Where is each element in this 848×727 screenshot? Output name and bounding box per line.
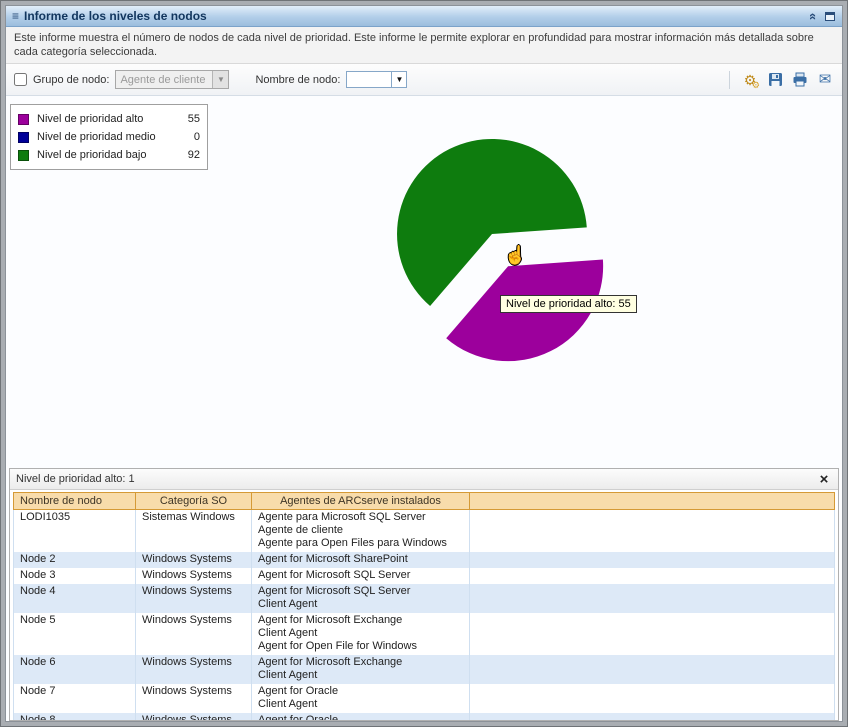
cell-os-category: Sistemas Windows [136, 510, 252, 553]
column-header-agents[interactable]: Agentes de ARCserve instalados [252, 493, 470, 510]
cell-empty [470, 684, 835, 713]
legend-item-low[interactable]: Nivel de prioridad bajo 92 [18, 146, 200, 164]
node-group-select[interactable]: Agente de cliente ▼ [115, 70, 229, 89]
legend-value: 92 [178, 149, 200, 161]
cell-empty [470, 584, 835, 613]
cell-agents: Agent for Microsoft SQL Server [252, 568, 470, 584]
cell-empty [470, 568, 835, 584]
table-row[interactable]: Node 8Windows SystemsAgent for Oracle [14, 713, 835, 720]
table-row[interactable]: LODI1035Sistemas WindowsAgente para Micr… [14, 510, 835, 553]
cell-empty [470, 713, 835, 720]
report-description: Este informe muestra el número de nodos … [6, 27, 842, 64]
cell-node-name: Node 2 [14, 552, 136, 568]
report-window-body: ≡ Informe de los niveles de nodos « Este… [5, 5, 843, 722]
chart-area: Nivel de prioridad alto 55 Nivel de prio… [6, 96, 842, 464]
cell-os-category: Windows Systems [136, 613, 252, 655]
detail-panel-title: Nivel de prioridad alto: 1 [16, 473, 816, 485]
print-icon[interactable] [791, 71, 809, 88]
cell-node-name: Node 4 [14, 584, 136, 613]
cell-agents: Agent for OracleClient Agent [252, 684, 470, 713]
cell-empty [470, 510, 835, 553]
legend-label: Nivel de prioridad alto [37, 113, 178, 125]
table-row[interactable]: Node 3Windows SystemsAgent for Microsoft… [14, 568, 835, 584]
cell-agents: Agent for Microsoft ExchangeClient Agent… [252, 613, 470, 655]
cell-empty [470, 552, 835, 568]
legend-swatch-medium-icon [18, 132, 29, 143]
detail-panel: Nivel de prioridad alto: 1 × Nombre de n… [9, 468, 839, 721]
column-header-empty [470, 493, 835, 510]
chart-tooltip: Nivel de prioridad alto: 55 [500, 295, 637, 313]
cell-agents: Agente para Microsoft SQL ServerAgente d… [252, 510, 470, 553]
cell-node-name: Node 8 [14, 713, 136, 720]
cell-os-category: Windows Systems [136, 584, 252, 613]
cell-agents: Agent for Microsoft SharePoint [252, 552, 470, 568]
cell-empty [470, 655, 835, 684]
table-row[interactable]: Node 7Windows SystemsAgent for OracleCli… [14, 684, 835, 713]
detail-panel-header: Nivel de prioridad alto: 1 × [10, 469, 838, 490]
report-window: ≡ Informe de los niveles de nodos « Este… [0, 0, 848, 727]
cell-empty [470, 613, 835, 655]
title-bar: ≡ Informe de los niveles de nodos « [6, 6, 842, 27]
legend-label: Nivel de prioridad bajo [37, 149, 178, 161]
collapse-icon[interactable]: « [806, 12, 821, 19]
email-icon[interactable]: ✉ [816, 71, 834, 88]
legend-swatch-high-icon [18, 114, 29, 125]
chart-legend: Nivel de prioridad alto 55 Nivel de prio… [10, 104, 208, 170]
table-header-row: Nombre de nodo Categoría SO Agentes de A… [14, 493, 835, 510]
legend-item-medium[interactable]: Nivel de prioridad medio 0 [18, 128, 200, 146]
node-name-input[interactable] [346, 71, 392, 88]
save-icon[interactable] [766, 71, 784, 88]
node-group-select-value: Agente de cliente [116, 74, 212, 86]
legend-label: Nivel de prioridad medio [37, 131, 178, 143]
detail-grid: Nombre de nodo Categoría SO Agentes de A… [10, 490, 838, 720]
cell-os-category: Windows Systems [136, 713, 252, 720]
cell-os-category: Windows Systems [136, 655, 252, 684]
table-row[interactable]: Node 4Windows SystemsAgent for Microsoft… [14, 584, 835, 613]
hand-cursor-icon: ☝ [504, 246, 526, 264]
toolbar-divider [729, 71, 730, 89]
cell-agents: Agent for Microsoft ExchangeClient Agent [252, 655, 470, 684]
legend-swatch-low-icon [18, 150, 29, 161]
cell-os-category: Windows Systems [136, 552, 252, 568]
page-title: Informe de los niveles de nodos [24, 9, 810, 23]
node-group-label: Grupo de nodo: [33, 74, 109, 86]
refresh-icon[interactable]: ⚙ ⚙ [741, 71, 759, 88]
cell-node-name: Node 7 [14, 684, 136, 713]
cell-os-category: Windows Systems [136, 684, 252, 713]
cell-node-name: Node 6 [14, 655, 136, 684]
cell-agents: Agent for Microsoft SQL ServerClient Age… [252, 584, 470, 613]
legend-item-high[interactable]: Nivel de prioridad alto 55 [18, 110, 200, 128]
column-header-os-category[interactable]: Categoría SO [136, 493, 252, 510]
window-grip-icon[interactable]: ≡ [12, 9, 19, 23]
chevron-down-icon: ▼ [212, 71, 228, 88]
node-name-combo: ▼ [346, 71, 407, 88]
table-row[interactable]: Node 5Windows SystemsAgent for Microsoft… [14, 613, 835, 655]
legend-value: 0 [178, 131, 200, 143]
cell-node-name: Node 3 [14, 568, 136, 584]
legend-value: 55 [178, 113, 200, 125]
node-group-checkbox[interactable] [14, 73, 27, 86]
window-box-icon[interactable] [825, 12, 835, 21]
table-row[interactable]: Node 6Windows SystemsAgent for Microsoft… [14, 655, 835, 684]
cell-os-category: Windows Systems [136, 568, 252, 584]
toolbar: Grupo de nodo: Agente de cliente ▼ Nombr… [6, 64, 842, 96]
cell-agents: Agent for Oracle [252, 713, 470, 720]
column-header-node-name[interactable]: Nombre de nodo [14, 493, 136, 510]
cell-node-name: LODI1035 [14, 510, 136, 553]
table-row[interactable]: Node 2Windows SystemsAgent for Microsoft… [14, 552, 835, 568]
close-icon[interactable]: × [816, 471, 832, 488]
node-name-label: Nombre de nodo: [255, 74, 340, 86]
node-name-dropdown-button[interactable]: ▼ [392, 71, 407, 88]
cell-node-name: Node 5 [14, 613, 136, 655]
